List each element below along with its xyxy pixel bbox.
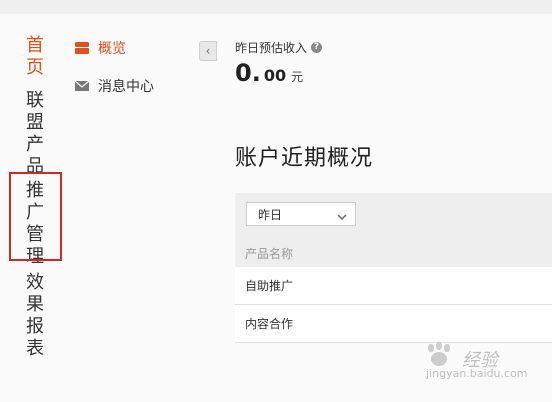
sub-nav-item-messages[interactable]: 消息中心 <box>74 74 184 98</box>
paw-logo-icon <box>422 342 460 368</box>
earnings-integer: 0. <box>235 59 261 87</box>
panel-header: 昨日 产品名称 <box>235 193 552 267</box>
period-select[interactable]: 昨日 <box>246 202 356 226</box>
earnings-unit: 元 <box>291 70 304 84</box>
table-cell-product: 自助推广 <box>245 279 294 293</box>
table-row[interactable]: 内容合作 <box>235 305 552 343</box>
nav-item-reports[interactable]: 效果报表 <box>24 272 46 360</box>
table-row[interactable]: 自助推广 <box>235 267 552 305</box>
mail-icon <box>74 79 90 93</box>
collapse-sidebar-button[interactable]: ‹ <box>199 41 217 61</box>
sub-nav-label: 消息中心 <box>98 79 154 95</box>
table-cell-product: 内容合作 <box>245 317 294 331</box>
top-strip <box>0 0 552 14</box>
column-header-product: 产品名称 <box>245 247 294 261</box>
nav-item-label: 联盟产品 <box>26 90 44 177</box>
nav-item-label: 效果报表 <box>26 272 44 359</box>
account-overview-panel: 昨日 产品名称 自助推广 内容合作 <box>235 193 552 343</box>
nav-item-label: 首页 <box>26 35 44 78</box>
nav-item-home[interactable]: 首页 <box>24 35 46 79</box>
chevron-down-icon <box>337 210 347 220</box>
earnings-decimal: 00 <box>263 66 287 85</box>
sub-nav-item-overview[interactable]: 概览 <box>74 36 184 60</box>
watermark: 经验 jingyan.baidu.com <box>418 340 538 384</box>
period-select-value: 昨日 <box>258 207 283 222</box>
overview-icon <box>74 41 90 55</box>
highlight-box <box>9 172 62 261</box>
earnings-label: 昨日预估收入 <box>235 41 308 55</box>
section-title: 账户近期概况 <box>235 146 374 171</box>
earnings-value: 0. 00 元 <box>235 59 303 87</box>
nav-item-products[interactable]: 联盟产品 <box>24 90 46 178</box>
watermark-url: jingyan.baidu.com <box>426 367 528 380</box>
sub-nav-label: 概览 <box>98 41 126 57</box>
help-icon[interactable]: ? <box>311 42 323 53</box>
earnings-label-row: 昨日预估收入 ? <box>235 39 323 56</box>
